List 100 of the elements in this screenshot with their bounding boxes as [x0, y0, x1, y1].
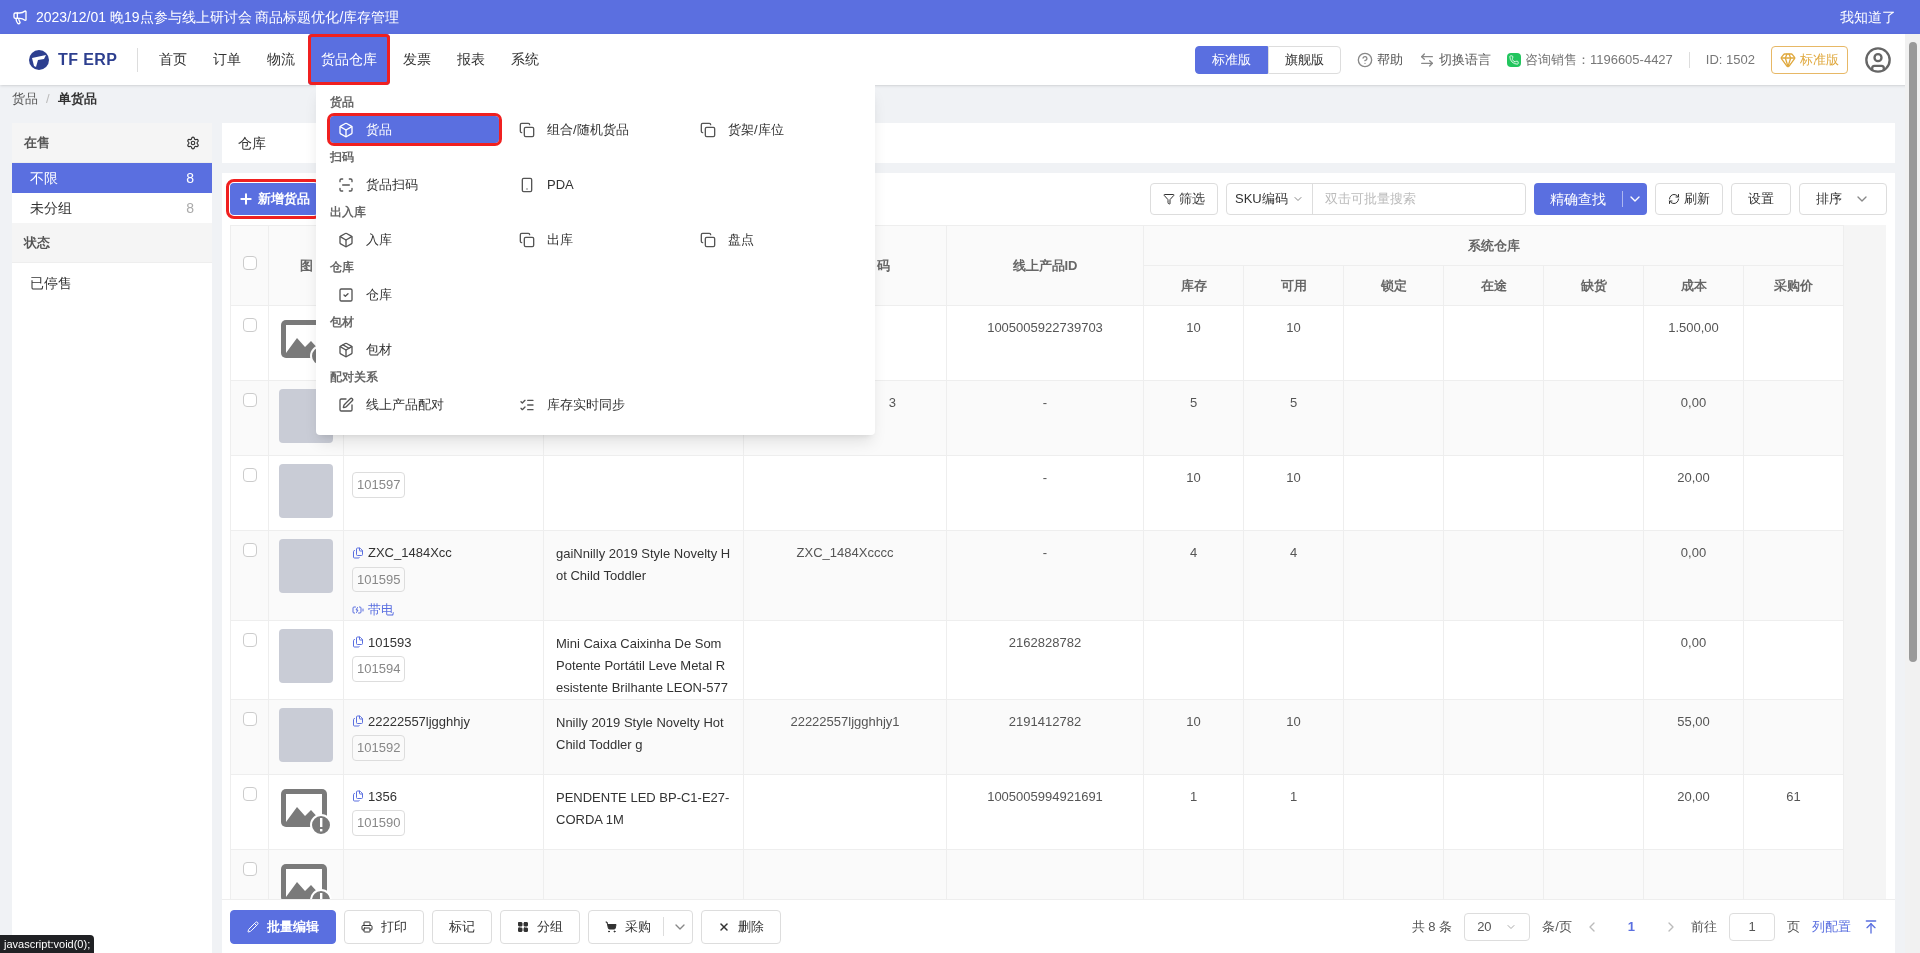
search-bar[interactable]: SKU编码 双击可批量搜索 [1226, 183, 1526, 215]
sidebar-section-title: 在售 [24, 133, 50, 152]
plus-icon [238, 191, 254, 207]
checkbox[interactable] [242, 543, 257, 557]
avatar-icon[interactable] [1864, 45, 1892, 74]
scan-icon [338, 176, 354, 193]
menu-group-title: 配对关系 [330, 369, 378, 386]
menu-item[interactable]: PDA [511, 171, 680, 198]
menu-item[interactable]: 入库 [330, 226, 499, 253]
checkbox[interactable] [242, 318, 257, 332]
online-product-id: 2162828782 [1008, 634, 1082, 650]
sidebar-item[interactable]: 已停售 [12, 263, 212, 303]
copy-icon[interactable] [352, 790, 364, 803]
page-number[interactable]: 1 [1611, 916, 1651, 937]
warehouse-tab[interactable]: 仓库 [238, 132, 266, 154]
menu-item[interactable]: 组合/随机货品 [511, 116, 680, 143]
nav-item[interactable]: 订单 [200, 34, 255, 85]
delete-button[interactable]: 删除 [701, 909, 781, 944]
search-field[interactable]: 双击可批量搜索 [1312, 184, 1525, 214]
copy-icon [700, 121, 716, 138]
menu-item[interactable]: 库存实时同步 [511, 391, 680, 418]
scrollbar[interactable] [1905, 34, 1920, 953]
menu-group-title: 货品 [330, 94, 354, 111]
breadcrumb-item[interactable]: 货品 [12, 89, 38, 109]
column-header: 可用 [1280, 277, 1307, 293]
copy-icon[interactable] [352, 636, 364, 649]
menu-item[interactable]: 线上产品配对 [330, 391, 499, 418]
checkbox[interactable] [242, 632, 257, 647]
menu-item[interactable]: 出库 [511, 226, 680, 253]
menu-item[interactable]: 货品扫码 [330, 171, 499, 198]
column-header: 锁定 [1380, 277, 1407, 293]
online-product-id: 2191412782 [1008, 713, 1082, 729]
filter-button[interactable]: 筛选 [1150, 183, 1218, 215]
stock-value: 10 [1186, 713, 1201, 729]
checkbox[interactable] [242, 468, 257, 482]
settings-icon[interactable] [186, 135, 200, 150]
goto-page-input[interactable]: 1 [1729, 912, 1775, 941]
stock-value: 4 [1289, 545, 1298, 560]
nav-item[interactable]: 物流 [254, 34, 309, 85]
checkbox[interactable] [242, 861, 257, 876]
menu-item[interactable]: 货品 [330, 116, 499, 143]
copy-icon[interactable] [352, 715, 364, 728]
code-tag: 101597 [352, 472, 406, 498]
exact-search-button[interactable]: 精确查找 [1534, 183, 1647, 215]
menu-item[interactable]: 包材 [330, 336, 499, 363]
page-size-select[interactable]: 20 [1464, 912, 1531, 941]
checkbox[interactable] [242, 786, 257, 801]
nav-item[interactable]: 系统 [498, 34, 553, 85]
column-config-link[interactable]: 列配置 [1812, 916, 1851, 937]
nav-item[interactable]: 货品仓库 [308, 34, 391, 85]
account-id: ID: 1502 [1705, 50, 1755, 69]
edition-toggle[interactable]: 标准版 [1194, 45, 1268, 74]
checkbox[interactable] [242, 711, 257, 726]
menu-item[interactable]: 货架/库位 [692, 116, 861, 143]
column-header: 在途 [1480, 277, 1507, 293]
nav-item[interactable]: 报表 [444, 34, 499, 85]
copy-icon[interactable] [352, 546, 364, 559]
settings-button[interactable]: 设置 [1731, 183, 1791, 215]
stock-value: 61 [1786, 788, 1801, 804]
total-count: 共 8 条 [1411, 917, 1453, 936]
sort-button[interactable]: 排序 [1799, 183, 1887, 215]
dismiss-link[interactable]: 我知道了 [1840, 6, 1896, 28]
print-button[interactable]: 打印 [344, 909, 424, 944]
batch-edit-button[interactable]: 批量编辑 [230, 909, 336, 944]
sku-text: 22222557ljgghhjy [368, 712, 470, 731]
package-icon [338, 341, 354, 358]
phone-icon [519, 176, 535, 193]
nav-item[interactable]: 首页 [146, 34, 201, 85]
code-tag: 101590 [352, 810, 406, 836]
stock-value: 10 [1186, 320, 1201, 335]
stock-value: 10 [1286, 470, 1301, 485]
copy-icon [519, 121, 535, 138]
checkbox[interactable] [242, 393, 257, 407]
refresh-button[interactable]: 刷新 [1655, 183, 1723, 215]
help-link[interactable]: 帮助 [1356, 49, 1403, 70]
cart-icon [605, 920, 617, 933]
product-title: Mini Caixa Caixinha De Som Potente Portátil Leve Metal Resistente Brilhante LEON-577 [556, 634, 729, 697]
mark-button[interactable]: 标记 [432, 909, 492, 944]
online-product-id: 1005005994921691 [987, 788, 1103, 804]
stock-value: 5 [1289, 395, 1298, 410]
checkbox[interactable] [242, 255, 257, 270]
menu-item[interactable]: 盘点 [692, 226, 861, 253]
purchase-button[interactable]: 采购 [588, 909, 693, 944]
menu-item[interactable]: 仓库 [330, 281, 499, 308]
sidebar-item[interactable]: 不限 8 [12, 163, 212, 193]
edition-toggle[interactable]: 旗舰版 [1267, 45, 1341, 74]
back-to-top-icon[interactable] [1863, 918, 1879, 935]
product-title: gaiNnilly 2019 Style Novelty Hot Child Toddler [556, 545, 731, 585]
stock-value: 20,00 [1677, 788, 1710, 804]
banner-text: 2023/12/01 晚19点参与线上研讨会 商品标题优化/库存管理 [36, 7, 400, 27]
online-product-id: 1005005922739703 [987, 320, 1103, 335]
platform-sku: ZXC_1484Xcccc [796, 545, 894, 560]
stock-value: 10 [1186, 470, 1201, 485]
nav-item[interactable]: 发票 [390, 34, 445, 85]
group-button[interactable]: 分组 [500, 909, 580, 944]
platform-sku: 22222557ljgghhjy1 [790, 713, 900, 729]
language-link[interactable]: 切换语言 [1418, 49, 1491, 70]
sidebar-item[interactable]: 未分组 8 [12, 193, 212, 223]
per-page-label: 条/页 [1542, 917, 1572, 936]
search-type-select[interactable]: SKU编码 [1227, 184, 1313, 214]
